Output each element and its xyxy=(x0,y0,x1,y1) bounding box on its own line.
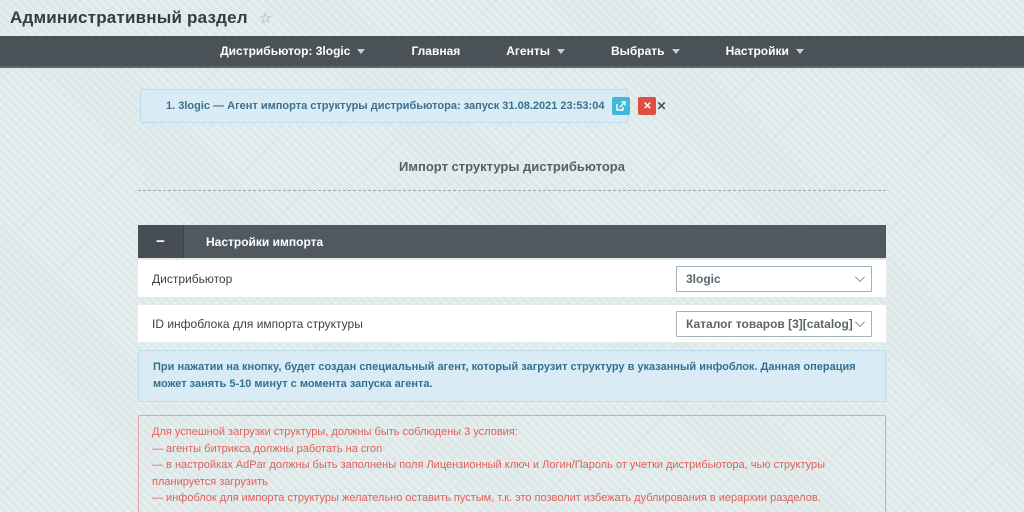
nav-item-label: Дистрибьютор: 3logic xyxy=(220,44,350,58)
notification-message: 1. 3logic — Агент импорта структуры дист… xyxy=(166,100,604,112)
section-heading: Импорт структуры дистрибьютора xyxy=(138,159,886,174)
minus-icon: − xyxy=(156,233,165,250)
close-notification-icon[interactable]: ✕ xyxy=(656,99,666,113)
panel-header: − Настройки импорта xyxy=(138,225,886,258)
infoblock-select[interactable]: Каталог товаров [3][catalog] xyxy=(676,311,872,337)
nav-item-home[interactable]: Главная xyxy=(411,44,460,58)
field-label: ID инфоблока для импорта структуры xyxy=(152,317,363,331)
nav-item-agents[interactable]: Агенты xyxy=(506,44,565,58)
chevron-down-icon xyxy=(855,317,865,327)
chevron-down-icon xyxy=(557,49,565,54)
info-message-box: При нажатии на кнопку, будет создан спец… xyxy=(138,350,886,402)
field-label: Дистрибьютор xyxy=(152,272,232,286)
chevron-down-icon xyxy=(672,49,680,54)
nav-item-label: Главная xyxy=(411,44,460,58)
warning-line: — инфоблок для импорта структуры желател… xyxy=(152,490,872,507)
page-title: Административный раздел xyxy=(10,8,248,28)
open-agent-button[interactable] xyxy=(612,97,630,115)
nav-item-label: Выбрать xyxy=(611,44,665,58)
form-row-distributor: Дистрибьютор 3logic xyxy=(138,260,886,297)
warning-message-box: Для успешной загрузки структуры, должны … xyxy=(138,415,886,512)
main-content: 1. 3logic — Агент импорта структуры дист… xyxy=(138,89,886,512)
panel-title: Настройки импорта xyxy=(184,225,323,258)
distributor-select[interactable]: 3logic xyxy=(676,266,872,292)
nav-item-label: Настройки xyxy=(726,44,789,58)
dashed-divider xyxy=(138,190,886,191)
chevron-down-icon xyxy=(796,49,804,54)
warning-line: Для успешной загрузки структуры, должны … xyxy=(152,424,872,441)
favorite-star-icon[interactable]: ☆ xyxy=(259,9,272,27)
delete-agent-button[interactable]: ✕ xyxy=(638,97,656,115)
warning-line: — агенты битрикса должны работать на cro… xyxy=(152,441,872,458)
agent-notification: 1. 3logic — Агент импорта структуры дист… xyxy=(140,89,628,123)
nav-item-settings[interactable]: Настройки xyxy=(726,44,804,58)
nav-item-label: Агенты xyxy=(506,44,550,58)
form-row-infoblock: ID инфоблока для импорта структуры Катал… xyxy=(138,305,886,342)
open-in-window-icon xyxy=(616,101,626,111)
import-settings-panel: − Настройки импорта Дистрибьютор 3logic … xyxy=(138,225,886,512)
page-header: Административный раздел ☆ xyxy=(0,0,1024,36)
chevron-down-icon xyxy=(357,49,365,54)
chevron-down-icon xyxy=(855,272,865,282)
select-value: Каталог товаров [3][catalog] xyxy=(686,317,853,331)
collapse-panel-button[interactable]: − xyxy=(138,225,184,258)
nav-item-distributor[interactable]: Дистрибьютор: 3logic xyxy=(220,44,365,58)
select-value: 3logic xyxy=(686,272,721,286)
warning-line: — в настройках AdPar должны быть заполне… xyxy=(152,457,872,490)
nav-item-select[interactable]: Выбрать xyxy=(611,44,680,58)
main-navbar: Дистрибьютор: 3logic Главная Агенты Выбр… xyxy=(0,36,1024,68)
delete-x-icon: ✕ xyxy=(643,101,651,112)
